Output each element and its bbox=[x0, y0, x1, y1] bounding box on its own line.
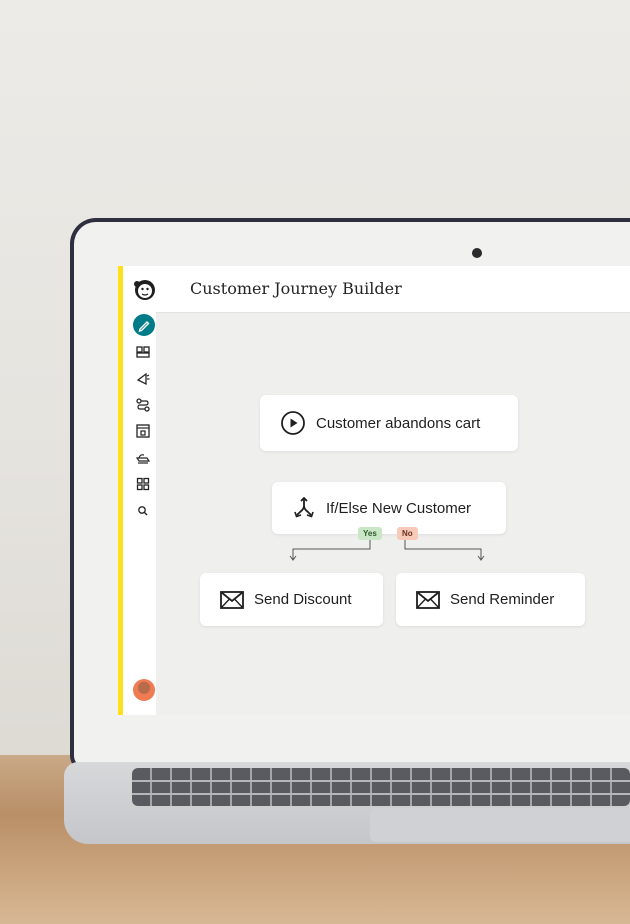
sidebar-nav bbox=[118, 266, 156, 715]
action-card-send-reminder[interactable]: Send Reminder bbox=[396, 573, 585, 626]
keyboard bbox=[132, 768, 630, 806]
branch-yes-badge[interactable]: Yes bbox=[358, 527, 382, 540]
webcam bbox=[472, 248, 482, 258]
sidebar-item-website[interactable] bbox=[135, 423, 151, 439]
page-title: Customer Journey Builder bbox=[190, 279, 402, 298]
user-avatar[interactable] bbox=[133, 679, 155, 701]
integrations-icon bbox=[136, 477, 150, 491]
condition-label-prefix: If/Else bbox=[326, 499, 368, 517]
envelope-icon bbox=[416, 590, 440, 609]
branch-no-badge[interactable]: No bbox=[397, 527, 418, 540]
pencil-icon bbox=[138, 321, 150, 332]
journey-canvas: Customer abandons cart If/Else New Custo… bbox=[156, 313, 630, 715]
sidebar-item-create[interactable] bbox=[133, 314, 155, 336]
branch-connector-lines bbox=[289, 537, 485, 561]
action-label: Send Discount bbox=[254, 591, 352, 608]
sidebar-item-content[interactable] bbox=[135, 450, 151, 466]
action-label: Send Reminder bbox=[450, 591, 555, 608]
trigger-label: Customer abandons cart bbox=[316, 414, 481, 432]
sidebar-item-integrations[interactable] bbox=[135, 476, 151, 492]
sidebar-item-audience[interactable] bbox=[135, 344, 151, 360]
campaigns-icon bbox=[136, 372, 150, 386]
split-icon bbox=[294, 496, 314, 518]
envelope-icon bbox=[220, 590, 244, 609]
trackpad bbox=[370, 808, 630, 842]
laptop-screen: Customer Journey Builder Customer abando… bbox=[118, 266, 630, 715]
play-icon bbox=[281, 411, 305, 435]
action-card-send-discount[interactable]: Send Discount bbox=[200, 573, 383, 626]
audience-icon bbox=[136, 346, 150, 358]
condition-label: If/Else New Customer bbox=[326, 500, 471, 517]
keyboard-row-divider bbox=[132, 780, 630, 782]
main-area: Customer Journey Builder Customer abando… bbox=[156, 266, 630, 715]
website-icon bbox=[136, 424, 150, 438]
trigger-step-card[interactable]: Customer abandons cart bbox=[260, 395, 518, 451]
keyboard-row-divider bbox=[132, 793, 630, 795]
content-icon bbox=[135, 454, 151, 464]
condition-step-card[interactable]: If/Else New Customer bbox=[272, 482, 506, 534]
sidebar-item-automations[interactable] bbox=[135, 397, 151, 413]
mailchimp-logo-icon[interactable] bbox=[133, 276, 157, 302]
automations-icon bbox=[136, 398, 150, 412]
top-bar: Customer Journey Builder bbox=[156, 266, 630, 313]
sidebar-item-search[interactable] bbox=[135, 503, 151, 519]
condition-label-suffix: New Customer bbox=[371, 499, 472, 517]
sidebar-item-campaigns[interactable] bbox=[135, 370, 151, 386]
search-icon bbox=[138, 506, 148, 516]
